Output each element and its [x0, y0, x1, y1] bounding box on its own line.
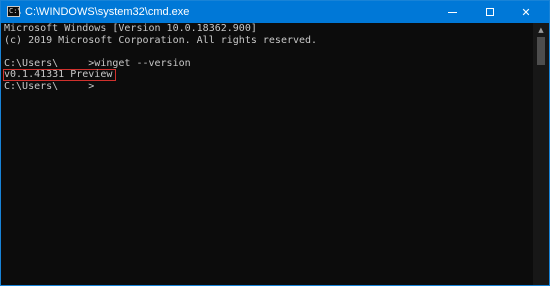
- console-output[interactable]: Microsoft Windows [Version 10.0.18362.90…: [1, 23, 533, 285]
- console-line-copyright: (c) 2019 Microsoft Corporation. All righ…: [4, 34, 318, 46]
- scroll-thumb[interactable]: [537, 37, 545, 65]
- vertical-scrollbar[interactable]: ▲: [533, 23, 549, 285]
- minimize-button[interactable]: [435, 1, 469, 23]
- title-bar[interactable]: C:\ C:\WINDOWS\system32\cmd.exe ✕: [1, 1, 549, 23]
- minimize-icon: [447, 11, 457, 13]
- winget-version-output: v0.1.41331 Preview: [3, 69, 117, 81]
- close-button[interactable]: ✕: [509, 1, 543, 23]
- maximize-icon: [486, 8, 494, 16]
- maximize-button[interactable]: [473, 1, 507, 23]
- console-line-result-wrap: v0.1.41331 Preview: [3, 69, 533, 81]
- console-line-command: C:\Users\ >winget --version: [4, 57, 191, 69]
- close-icon: ✕: [521, 5, 531, 19]
- cmd-icon: C:\: [7, 6, 22, 17]
- cmd-icon-glyph: C:\: [9, 7, 22, 15]
- console-line-version: Microsoft Windows [Version 10.0.18362.90…: [4, 23, 257, 34]
- console-line-prompt: C:\Users\ >: [4, 80, 95, 92]
- scroll-up-icon[interactable]: ▲: [533, 25, 549, 35]
- cmd-window: C:\ C:\WINDOWS\system32\cmd.exe ✕ Micros…: [0, 0, 550, 286]
- window-title: C:\WINDOWS\system32\cmd.exe: [25, 6, 190, 18]
